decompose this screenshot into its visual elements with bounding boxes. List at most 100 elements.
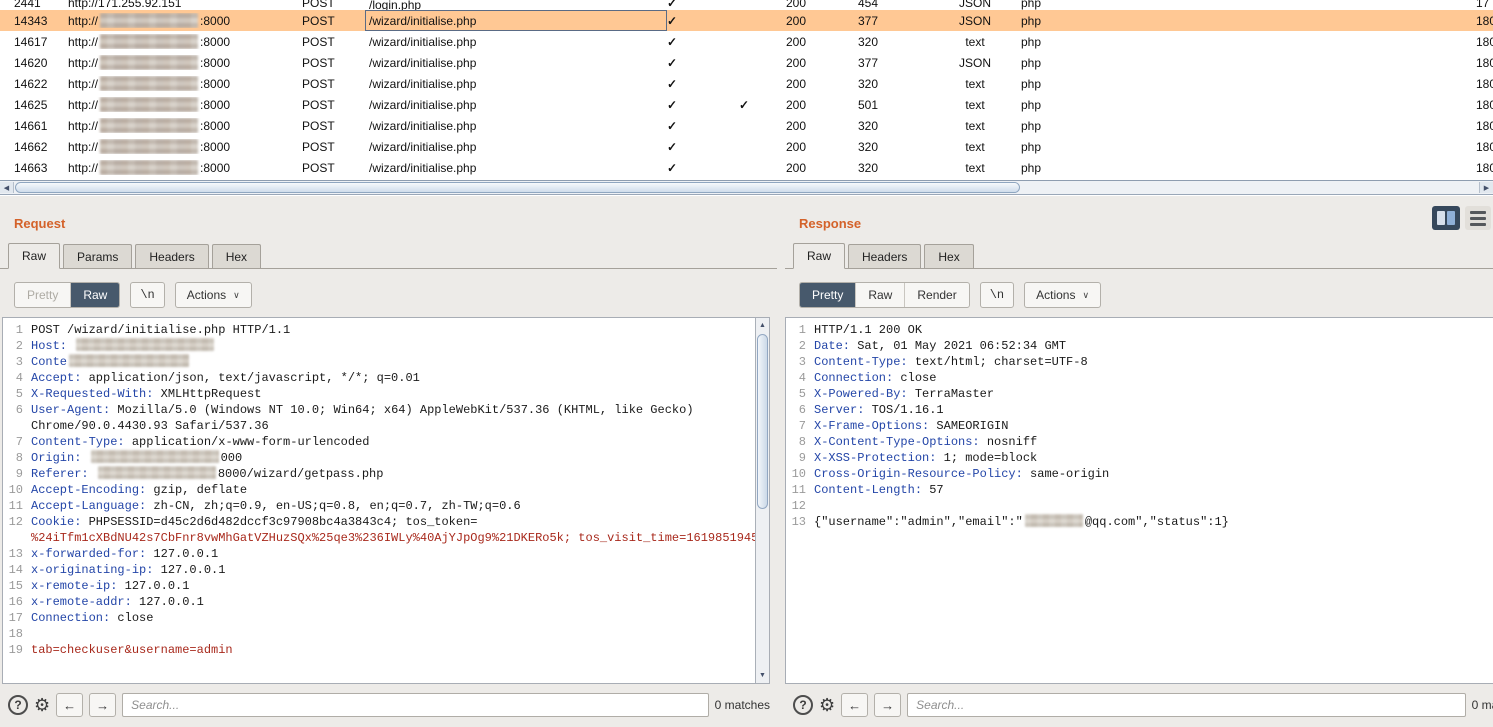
- view-pretty-button[interactable]: Pretty: [800, 283, 856, 307]
- row-host: http://:8000: [68, 55, 300, 70]
- row-clipped-column: 180: [1460, 140, 1493, 154]
- search-next-button[interactable]: →: [874, 693, 901, 717]
- response-editor[interactable]: 1HTTP/1.1 200 OK2Date: Sat, 01 May 2021 …: [785, 317, 1493, 684]
- request-newline-button[interactable]: \n: [130, 282, 164, 308]
- response-newline-button[interactable]: \n: [980, 282, 1014, 308]
- redacted-text: [69, 354, 189, 367]
- response-search-matches: 0 matches: [1472, 698, 1493, 712]
- redacted-text: [98, 466, 216, 479]
- row-method: POST: [300, 119, 365, 133]
- search-prev-button[interactable]: ←: [56, 693, 83, 717]
- scroll-right-icon[interactable]: ▶: [1479, 182, 1493, 193]
- request-search-matches: 0 matches: [715, 698, 770, 712]
- scroll-down-icon[interactable]: ▼: [759, 668, 766, 683]
- search-prev-button[interactable]: ←: [841, 693, 868, 717]
- row-length: 320: [856, 140, 929, 154]
- split-columns-icon[interactable]: [1432, 206, 1460, 230]
- table-row[interactable]: 14617 http://:8000 POST /wizard/initiali…: [0, 31, 1493, 52]
- editor-line: 1POST /wizard/initialise.php HTTP/1.1: [3, 322, 755, 338]
- row-mime-type: text: [929, 98, 1019, 112]
- row-host: http://:8000: [68, 139, 300, 154]
- scroll-up-icon[interactable]: ▲: [759, 318, 766, 333]
- editor-line: 9X-XSS-Protection: 1; mode=block: [786, 450, 1493, 466]
- tab-headers[interactable]: Headers: [848, 244, 921, 268]
- request-viewbar: PrettyRaw \n Actions ∨: [14, 282, 777, 308]
- editor-line: 5X-Requested-With: XMLHttpRequest: [3, 386, 755, 402]
- help-icon[interactable]: ?: [8, 695, 28, 715]
- request-editor[interactable]: 1POST /wizard/initialise.php HTTP/1.12Ho…: [2, 317, 770, 684]
- response-tabbar: RawHeadersHex: [785, 243, 1493, 269]
- row-status: 200: [784, 140, 856, 154]
- row-clipped-column: 17: [1460, 0, 1493, 10]
- redacted-host: [100, 118, 198, 133]
- actions-label: Actions: [187, 288, 226, 302]
- actions-label: Actions: [1036, 288, 1075, 302]
- tab-raw[interactable]: Raw: [793, 243, 845, 269]
- editor-line: 1HTTP/1.1 200 OK: [786, 322, 1493, 338]
- request-search-input[interactable]: [122, 693, 709, 717]
- row-status: 200: [784, 119, 856, 133]
- view-pretty-button[interactable]: Pretty: [15, 283, 71, 307]
- row-params-check: ✓: [667, 140, 739, 154]
- row-url: /wizard/initialise.php: [365, 94, 667, 115]
- redacted-text: [1025, 514, 1083, 527]
- row-params-check: ✓: [667, 161, 739, 175]
- gear-icon[interactable]: ⚙: [819, 696, 835, 714]
- tab-raw[interactable]: Raw: [8, 243, 60, 269]
- tab-hex[interactable]: Hex: [924, 244, 973, 268]
- response-actions-button[interactable]: Actions ∨: [1024, 282, 1101, 308]
- editor-line: 6Server: TOS/1.16.1: [786, 402, 1493, 418]
- response-search-input[interactable]: [907, 693, 1466, 717]
- table-row[interactable]: 14663 http://:8000 POST /wizard/initiali…: [0, 157, 1493, 178]
- table-row[interactable]: 14343 http://:8000 POST /wizard/initiali…: [0, 10, 1493, 31]
- search-next-button[interactable]: →: [89, 693, 116, 717]
- row-extension: php: [1019, 119, 1114, 133]
- editor-line: 13x-forwarded-for: 127.0.0.1: [3, 546, 755, 562]
- redacted-host: [100, 139, 198, 154]
- view-raw-button[interactable]: Raw: [856, 283, 905, 307]
- stacked-rows-icon[interactable]: [1465, 206, 1491, 230]
- view-raw-button[interactable]: Raw: [71, 283, 119, 307]
- request-panel: Request RawParamsHeadersHex PrettyRaw \n…: [0, 196, 777, 727]
- history-horizontal-scrollbar[interactable]: ◀ ▶: [0, 180, 1493, 195]
- table-row[interactable]: 14622 http://:8000 POST /wizard/initiali…: [0, 73, 1493, 94]
- row-extension: php: [1019, 35, 1114, 49]
- horizontal-scroll-thumb[interactable]: [15, 182, 1020, 193]
- gear-icon[interactable]: ⚙: [34, 696, 50, 714]
- table-row[interactable]: 14662 http://:8000 POST /wizard/initiali…: [0, 136, 1493, 157]
- tab-params[interactable]: Params: [63, 244, 132, 268]
- row-status: 200: [784, 0, 856, 10]
- vertical-scroll-thumb[interactable]: [757, 334, 768, 509]
- row-clipped-column: 180: [1460, 98, 1493, 112]
- help-icon[interactable]: ?: [793, 695, 813, 715]
- request-editor-scrollbar[interactable]: ▲ ▼: [755, 318, 769, 683]
- editor-line: 8X-Content-Type-Options: nosniff: [786, 434, 1493, 450]
- table-row[interactable]: 14620 http://:8000 POST /wizard/initiali…: [0, 52, 1493, 73]
- editor-line: 16x-remote-addr: 127.0.0.1: [3, 594, 755, 610]
- row-url: /wizard/initialise.php: [365, 31, 667, 52]
- row-method: POST: [300, 56, 365, 70]
- row-mime-type: JSON: [929, 0, 1019, 10]
- tab-hex[interactable]: Hex: [212, 244, 261, 268]
- response-viewbar: PrettyRawRender \n Actions ∨: [799, 282, 1493, 308]
- row-length: 320: [856, 119, 929, 133]
- table-row[interactable]: 14661 http://:8000 POST /wizard/initiali…: [0, 115, 1493, 136]
- table-row[interactable]: 2441 http://171.255.92.151 POST /login.p…: [0, 0, 1493, 10]
- row-id: 14663: [0, 161, 68, 175]
- table-row[interactable]: 14625 http://:8000 POST /wizard/initiali…: [0, 94, 1493, 115]
- response-editor-lines: 1HTTP/1.1 200 OK2Date: Sat, 01 May 2021 …: [786, 318, 1493, 683]
- request-view-seg: PrettyRaw: [14, 282, 120, 308]
- redacted-host: [100, 34, 198, 49]
- view-render-button[interactable]: Render: [905, 283, 968, 307]
- request-actions-button[interactable]: Actions ∨: [175, 282, 252, 308]
- request-panel-title: Request: [14, 216, 777, 231]
- row-clipped-column: 180: [1460, 119, 1493, 133]
- row-status: 200: [784, 14, 856, 28]
- redacted-text: [76, 338, 214, 351]
- row-id: 14625: [0, 98, 68, 112]
- tab-headers[interactable]: Headers: [135, 244, 208, 268]
- row-length: 377: [856, 14, 929, 28]
- scroll-left-icon[interactable]: ◀: [0, 182, 14, 193]
- http-history-table[interactable]: 2441 http://171.255.92.151 POST /login.p…: [0, 0, 1493, 180]
- row-mime-type: text: [929, 140, 1019, 154]
